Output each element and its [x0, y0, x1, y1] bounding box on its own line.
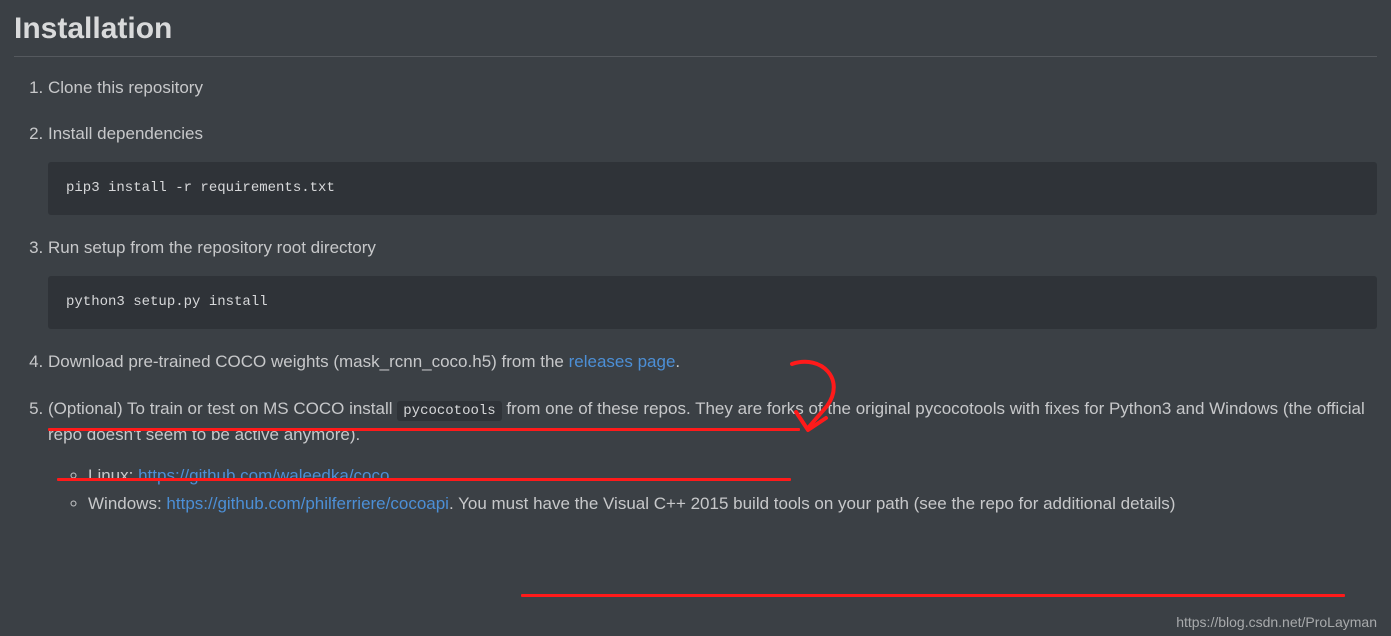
step-5-text-a: (Optional) To train or test on MS COCO i…: [48, 399, 397, 418]
step-4: Download pre-trained COCO weights (mask_…: [48, 349, 1377, 375]
code-block-setup: python3 setup.py install: [48, 276, 1377, 330]
sublist-windows: Windows: https://github.com/philferriere…: [88, 491, 1377, 517]
inline-code-pycocotools: pycocotools: [397, 401, 501, 421]
step-5: (Optional) To train or test on MS COCO i…: [48, 396, 1377, 518]
sublist-linux: Linux: https://github.com/waleedka/coco: [88, 463, 1377, 489]
watermark-text: https://blog.csdn.net/ProLayman: [1176, 614, 1377, 630]
step-3: Run setup from the repository root direc…: [48, 235, 1377, 329]
windows-repo-link[interactable]: https://github.com/philferriere/cocoapi: [166, 494, 449, 513]
step-4-text-pre: Download pre-trained COCO weights (mask_…: [48, 352, 569, 371]
annotation-underline-1: [48, 428, 800, 431]
code-block-pip: pip3 install -r requirements.txt: [48, 162, 1377, 216]
releases-page-link[interactable]: releases page: [569, 352, 676, 371]
step-3-text: Run setup from the repository root direc…: [48, 238, 376, 257]
step-2-text: Install dependencies: [48, 124, 203, 143]
step-4-text-post: .: [675, 352, 680, 371]
step-1: Clone this repository: [48, 75, 1377, 101]
windows-label: Windows:: [88, 494, 166, 513]
linux-label: Linux:: [88, 466, 138, 485]
step-1-text: Clone this repository: [48, 78, 203, 97]
step-2: Install dependencies pip3 install -r req…: [48, 121, 1377, 215]
page-heading: Installation: [14, 12, 1377, 57]
annotation-underline-3: [521, 594, 1345, 597]
linux-repo-link[interactable]: https://github.com/waleedka/coco: [138, 466, 389, 485]
windows-note: . You must have the Visual C++ 2015 buil…: [449, 494, 1175, 513]
annotation-underline-2: [57, 478, 791, 481]
repo-sublist: Linux: https://github.com/waleedka/coco …: [48, 463, 1377, 518]
installation-steps: Clone this repository Install dependenci…: [14, 75, 1377, 517]
